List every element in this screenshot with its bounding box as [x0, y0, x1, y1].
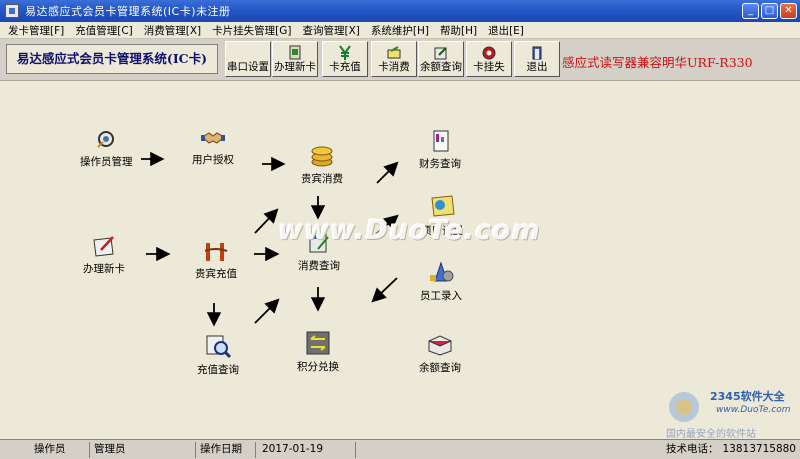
node-balance-query[interactable]: 余额查询 — [419, 333, 461, 375]
toolbar: 易达感应式会员卡管理系统(IC卡) 串口设置 办理新卡 卡充值 卡消费 余额查询 — [0, 40, 800, 78]
coins-icon — [311, 146, 333, 167]
logo-icon — [669, 392, 699, 422]
node-user-auth[interactable]: 用户授权 — [192, 127, 234, 167]
vip-recharge-label: 贵宾充值 — [195, 268, 237, 280]
recharge-button[interactable]: 卡充值 — [322, 41, 368, 77]
new-card-pen-icon — [93, 236, 114, 257]
new-card-label: 办理新卡 — [274, 61, 316, 73]
status-bar: 操作员 管理员 操作日期 2017-01-19 技术电话： 1381371588… — [0, 439, 800, 459]
balance-query-node-label: 余额查询 — [419, 362, 461, 374]
system-title: 易达感应式会员卡管理系统(IC卡) — [6, 44, 218, 74]
points-exchange-label: 积分兑换 — [297, 361, 339, 373]
node-recharge-query[interactable]: 充值查询 — [197, 333, 239, 377]
new-card-label: 办理新卡 — [83, 263, 125, 275]
status-operator-label: 操作员 — [0, 441, 90, 458]
window-controls: _ □ ✕ — [742, 3, 797, 19]
new-card-button[interactable]: 办理新卡 — [272, 41, 318, 77]
exchange-icon — [306, 331, 330, 355]
operator-mgmt-label: 操作员管理 — [80, 156, 133, 168]
node-vip-recharge[interactable]: 贵宾充值 — [195, 239, 237, 281]
arrow-recharge-to-consume — [254, 208, 279, 234]
menu-query[interactable]: 查询管理[X] — [303, 23, 360, 38]
handshake-icon — [201, 132, 225, 144]
logo-name: 2345软件大全 — [710, 390, 785, 403]
menu-help[interactable]: 帮助[H] — [440, 23, 477, 38]
staff-entry-icon — [430, 261, 454, 282]
status-date-label: 操作日期 — [196, 441, 256, 458]
balance-query-button[interactable]: 余额查询 — [418, 41, 464, 77]
maximize-button[interactable]: □ — [761, 3, 778, 19]
vip-consume-label: 贵宾消费 — [301, 173, 343, 185]
balance-box-icon — [428, 335, 452, 356]
menu-card-issue[interactable]: 发卡管理[F] — [8, 23, 64, 38]
exit-label: 退出 — [526, 61, 548, 73]
window-title: 易达感应式会员卡管理系统(IC卡)未注册 — [25, 5, 231, 18]
title-bar: 易达感应式会员卡管理系统(IC卡)未注册 _ □ ✕ — [0, 0, 800, 22]
menu-recharge[interactable]: 充值管理[C] — [75, 23, 133, 38]
finance-icon — [433, 130, 449, 152]
node-staff-entry[interactable]: 员工录入 — [420, 259, 462, 303]
status-operator-value: 管理员 — [90, 441, 196, 458]
minimize-button[interactable]: _ — [742, 3, 759, 19]
user-auth-label: 用户授权 — [192, 154, 234, 166]
status-support-label: 技术电话： — [666, 442, 719, 455]
card-consume-label: 卡消费 — [378, 61, 410, 73]
node-new-card[interactable]: 办理新卡 — [83, 234, 125, 276]
reader-compat-note: 感应式读写器兼容明华URF-R330 — [562, 55, 753, 70]
node-operator-mgmt[interactable]: 操作员管理 — [80, 127, 133, 169]
app-icon — [5, 4, 19, 18]
serial-port-label: 串口设置 — [227, 61, 269, 73]
menu-exit[interactable]: 退出[E] — [488, 23, 524, 38]
arrow-recharge-to-rquery — [254, 298, 280, 324]
menu-bar: 发卡管理[F] 充值管理[C] 消费管理[X] 卡片挂失管理[G] 查询管理[X… — [0, 22, 800, 39]
status-date-value: 2017-01-19 — [256, 441, 356, 458]
arrow-consume-to-finance — [376, 161, 399, 184]
report-loss-label: 卡挂失 — [473, 61, 505, 73]
node-finance-query[interactable]: 财务查询 — [419, 129, 461, 171]
report-loss-button[interactable]: 卡挂失 — [466, 41, 512, 77]
balance-query-label: 余额查询 — [420, 61, 462, 73]
status-support-phone: 13813715880 — [722, 442, 797, 455]
menu-card-loss[interactable]: 卡片挂失管理[G] — [212, 23, 291, 38]
operator-icon — [97, 131, 115, 148]
consume-query-label: 消费查询 — [298, 260, 340, 272]
corner-watermark-logo: 2345软件大全 www.DuoTe.com 国内最安全的软件站 — [660, 383, 800, 440]
finance-query-label: 财务查询 — [419, 158, 461, 170]
card-consume-button[interactable]: 卡消费 — [371, 41, 417, 77]
node-points-exchange[interactable]: 积分兑换 — [297, 330, 339, 374]
exit-button[interactable]: 退出 — [514, 41, 560, 77]
staff-entry-label: 员工录入 — [420, 290, 462, 302]
menu-system[interactable]: 系统维护[H] — [371, 23, 429, 38]
recharge-query-label: 充值查询 — [197, 364, 239, 376]
node-vip-consume[interactable]: 贵宾消费 — [301, 142, 343, 186]
serial-port-button[interactable]: 串口设置 — [225, 41, 271, 77]
watermark-center: www.DuoTe.com — [278, 215, 541, 246]
bridge-icon — [204, 243, 228, 261]
recharge-label: 卡充值 — [329, 61, 361, 73]
flow-canvas: 操作员管理 用户授权 贵宾消费 财务查询 办理新卡 贵宾充值 消费查询 项目设置… — [0, 80, 800, 440]
arrow-staff-to-query — [371, 277, 398, 303]
logo-url: www.DuoTe.com — [716, 405, 791, 415]
recharge-query-icon — [206, 335, 232, 359]
close-button[interactable]: ✕ — [780, 3, 797, 19]
logo-subtitle: 国内最安全的软件站 — [666, 429, 756, 440]
menu-consume[interactable]: 消费管理[X] — [144, 23, 201, 38]
